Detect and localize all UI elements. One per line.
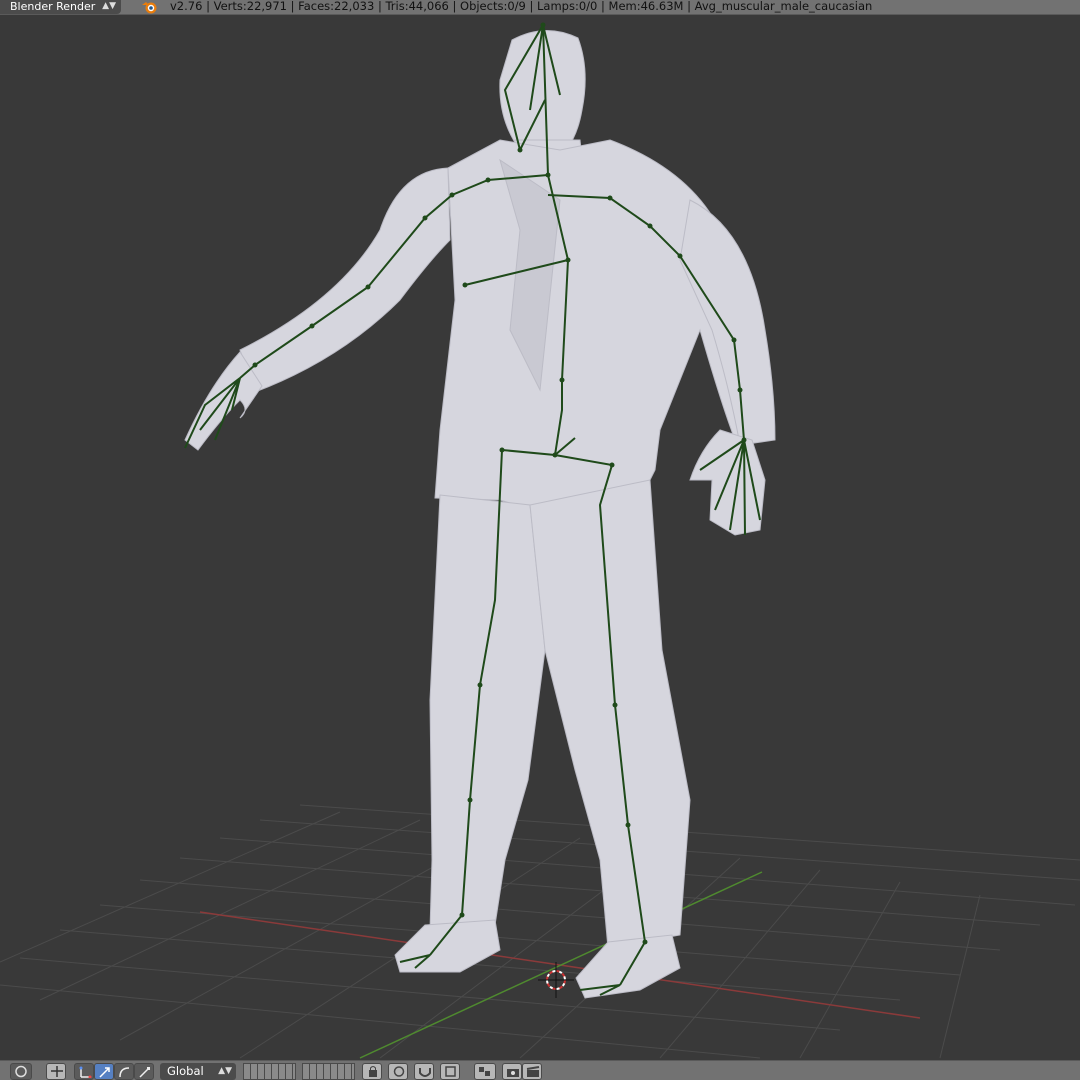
floor-grid [0,804,1080,1059]
scale-icon [139,1067,150,1078]
render-image-button[interactable] [502,1063,522,1080]
sphere-icon [15,1065,27,1078]
info-header: Blender Render ▲▼ v2.76 | Verts:22,971 |… [0,0,1080,15]
layer-buttons-group-1[interactable] [243,1063,296,1080]
rotate-icon [119,1067,130,1078]
layer-buttons-group-2[interactable] [302,1063,355,1080]
manipulator-icon [79,1066,92,1078]
viewport-canvas[interactable] [0,15,1080,1060]
render-animation-button[interactable] [522,1063,542,1080]
proportional-edit-button[interactable] [388,1063,408,1080]
pivot-point-button[interactable] [46,1063,66,1080]
arrow-icon [99,1067,110,1078]
manipulator-toggle[interactable] [74,1063,94,1080]
scene-statistics: v2.76 | Verts:22,971 | Faces:22,033 | Tr… [170,0,873,13]
camera-icon [507,1069,519,1077]
onion-skin-button[interactable] [474,1063,496,1080]
character-mesh [184,29,776,999]
transform-orientation-dropdown[interactable]: Global ▲▼ [160,1063,236,1080]
render-engine-label: Blender Render [10,0,96,13]
scale-manipulator-button[interactable] [134,1063,154,1080]
pivot-icon [51,1066,63,1077]
3d-cursor-icon [538,962,574,998]
dropdown-arrows-icon: ▲▼ [102,1,116,11]
dropdown-arrows-icon: ▲▼ [218,1066,232,1076]
lock-layers-button[interactable] [362,1063,382,1080]
snap-element-icon [445,1066,456,1077]
magnet-icon [419,1068,431,1077]
translate-manipulator-button[interactable] [94,1063,114,1080]
transform-orientation-label: Global [167,1064,204,1078]
view3d-header: Global ▲▼ [0,1060,1080,1080]
viewport-shading-button[interactable] [10,1063,32,1080]
proportional-icon [393,1066,405,1077]
snap-button[interactable] [414,1063,434,1080]
render-engine-dropdown[interactable]: Blender Render ▲▼ [0,0,121,14]
rotate-manipulator-button[interactable] [114,1063,134,1080]
blender-logo-icon [142,2,157,14]
3d-viewport[interactable] [0,15,1080,1060]
onion-icon [479,1067,490,1076]
lock-icon [369,1066,377,1077]
clapper-icon [526,1066,540,1077]
snap-element-button[interactable] [440,1063,460,1080]
